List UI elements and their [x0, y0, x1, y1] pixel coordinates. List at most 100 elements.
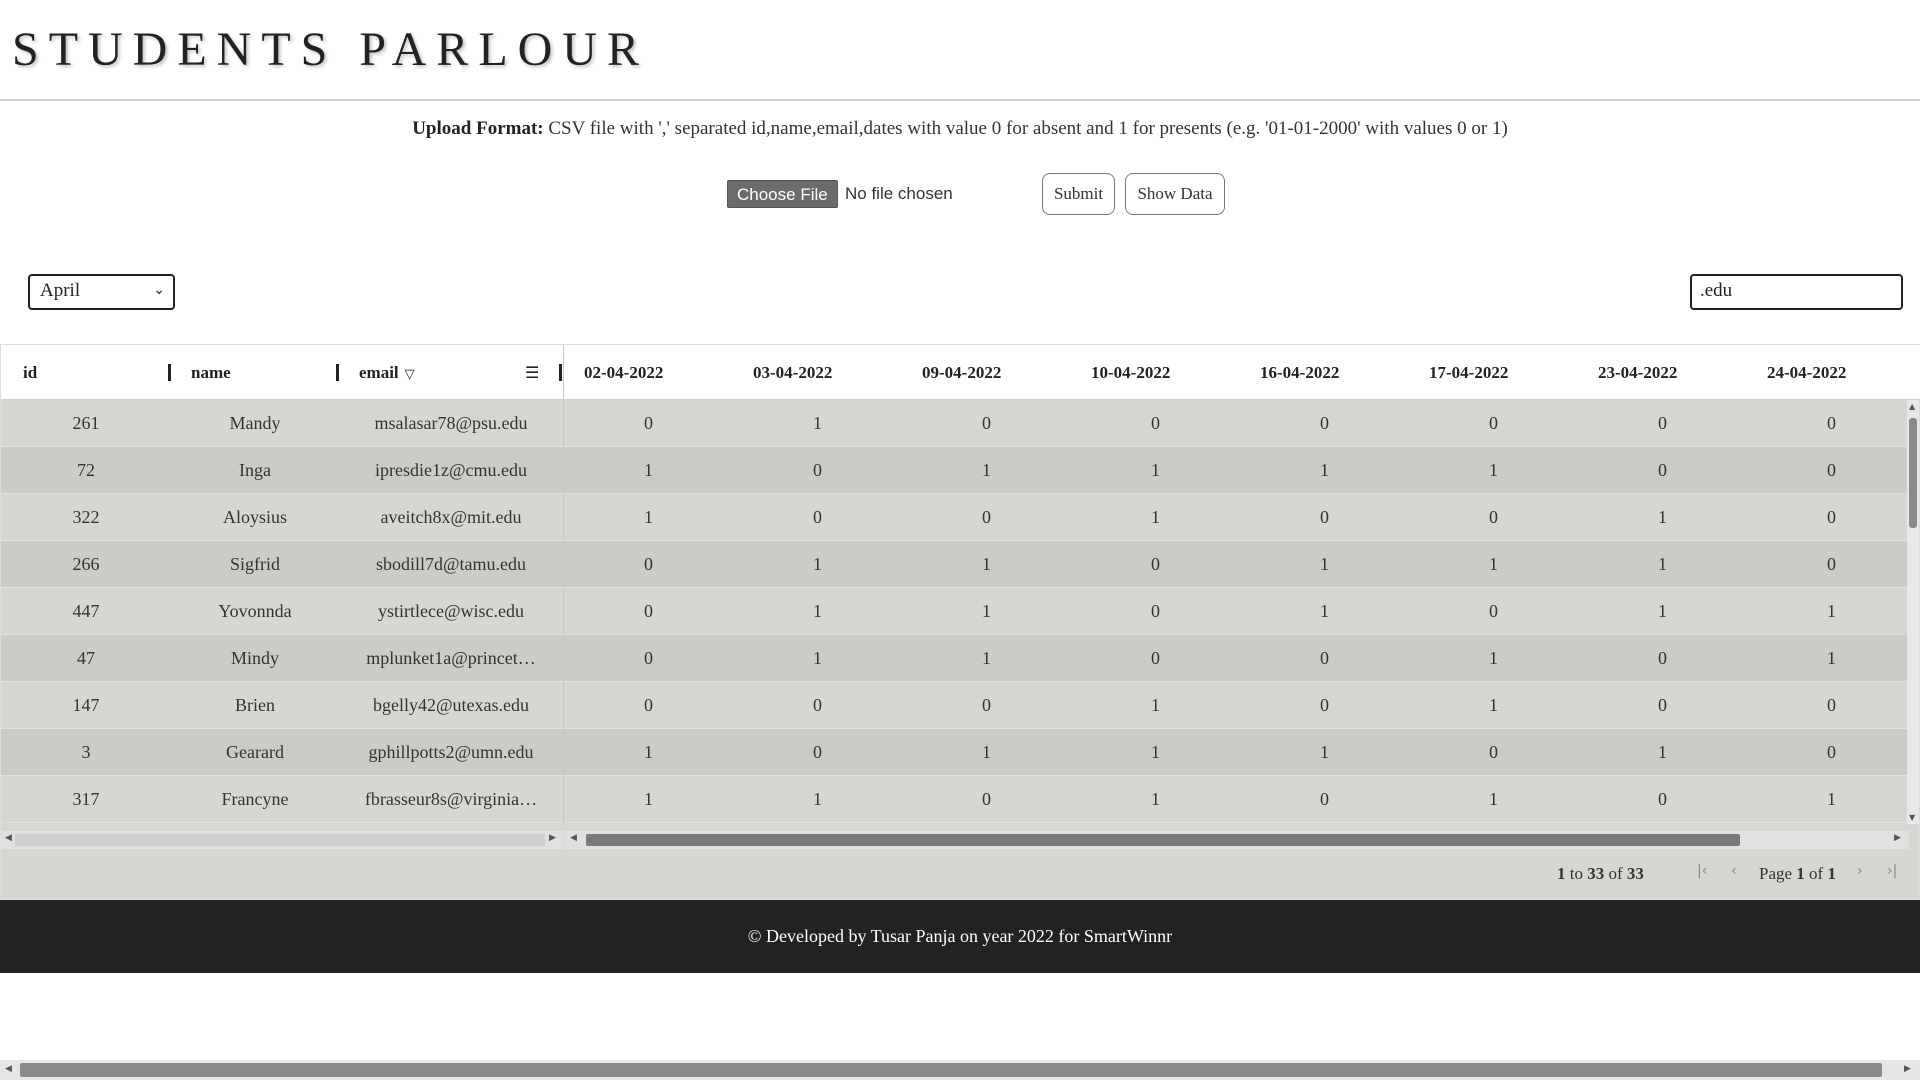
cell-attendance: 0 — [1151, 413, 1160, 433]
column-resize-handle[interactable] — [336, 364, 339, 381]
table-row[interactable]: 317 Francyne fbrasseur8s@virginia… 1 1 0 1 0 1 0 1 — [1, 776, 1909, 823]
cell-id: 322 — [72, 507, 100, 527]
page-indicator: Page 1 of 1 — [1759, 864, 1836, 884]
scroll-right-icon[interactable]: ▶ — [1904, 1064, 1911, 1074]
column-header-date[interactable]: 16-04-2022 — [1260, 345, 1339, 400]
page-horizontal-scrollbar[interactable]: ◀ ▶ — [0, 1060, 1920, 1080]
column-resize-handle[interactable] — [559, 364, 562, 381]
table-row[interactable]: 322 Aloysius aveitch8x@mit.edu 1 0 0 1 0 0 1 0 — [1, 494, 1909, 541]
vertical-scrollbar[interactable]: ▲ ▼ — [1907, 400, 1919, 824]
cell-attendance: 1 — [644, 507, 653, 527]
scroll-right-icon[interactable]: ▶ — [1894, 833, 1901, 843]
filter-icon[interactable]: ▽ — [405, 367, 415, 382]
pinned-horizontal-scrollbar[interactable]: ◀ ▶ — [1, 831, 563, 849]
table-row[interactable]: 147 Brien bgelly42@utexas.edu 0 0 0 1 0 1 0 0 — [1, 682, 1909, 729]
cell-attendance: 0 — [1320, 507, 1329, 527]
table-row[interactable]: 47 Mindy mplunket1a@princet… 0 1 1 0 0 1 0 1 — [1, 635, 1909, 682]
choose-file-button[interactable]: Choose File — [727, 180, 838, 208]
cell-email: ystirtlece@wisc.edu — [377, 601, 525, 621]
cell-attendance: 1 — [813, 789, 822, 809]
cell-attendance: 0 — [644, 695, 653, 715]
cell-attendance: 0 — [813, 695, 822, 715]
scrollbar-thumb[interactable] — [20, 1063, 1882, 1077]
submit-button[interactable]: Submit — [1042, 173, 1115, 215]
column-header-email[interactable]: email ▽ — [359, 345, 415, 400]
column-header-date[interactable]: 23-04-2022 — [1598, 345, 1677, 400]
column-header-date[interactable]: 03-04-2022 — [753, 345, 832, 400]
table-row[interactable]: 266 Sigfrid sbodill7d@tamu.edu 0 1 1 0 1 1 1 0 — [1, 541, 1909, 588]
column-header-date[interactable]: 02-04-2022 — [584, 345, 663, 400]
grid-header: id name email ▽ ☰ 02-04-2022 03-04-2022 0… — [1, 345, 1920, 400]
cell-attendance: 1 — [1658, 601, 1667, 621]
cell-attendance: 1 — [1827, 601, 1836, 621]
column-header-name[interactable]: name — [191, 345, 231, 400]
scroll-right-icon[interactable]: ▶ — [549, 833, 556, 843]
cell-attendance: 1 — [982, 601, 991, 621]
cell-attendance: 0 — [1827, 695, 1836, 715]
cell-attendance: 0 — [1658, 413, 1667, 433]
cell-attendance: 1 — [1658, 507, 1667, 527]
horizontal-scrollbar[interactable]: ◀ ▶ — [564, 831, 1909, 849]
search-input[interactable]: .edu — [1690, 274, 1903, 310]
column-header-date[interactable]: 09-04-2022 — [922, 345, 1001, 400]
table-row[interactable]: 261 Mandy msalasar78@psu.edu 0 1 0 0 0 0 0 0 — [1, 400, 1909, 447]
cell-attendance: 0 — [982, 695, 991, 715]
show-data-button[interactable]: Show Data — [1125, 173, 1225, 215]
page-total: 1 — [1827, 864, 1836, 883]
previous-page-icon[interactable]: ‹ — [1731, 863, 1737, 879]
cell-attendance: 0 — [813, 507, 822, 527]
scrollbar-thumb[interactable] — [15, 834, 545, 846]
page-of-word: of — [1809, 864, 1824, 883]
cell-attendance: 0 — [1827, 413, 1836, 433]
month-select[interactable]: April ⌄ — [28, 274, 175, 310]
scrollbar-thumb[interactable] — [586, 834, 1740, 846]
cell-name: Inga — [239, 460, 271, 480]
cell-email: gphillpotts2@umn.edu — [368, 742, 534, 762]
cell-attendance: 0 — [982, 413, 991, 433]
cell-attendance: 1 — [1151, 507, 1160, 527]
column-header-id[interactable]: id — [23, 345, 37, 400]
table-row[interactable]: 447 Yovonnda ystirtlece@wisc.edu 0 1 1 0 1 0 1 1 — [1, 588, 1909, 635]
column-header-date[interactable]: 24-04-2022 — [1767, 345, 1846, 400]
cell-attendance: 1 — [1151, 789, 1160, 809]
cell-attendance: 1 — [1489, 648, 1498, 668]
table-row[interactable]: 3 Gearard gphillpotts2@umn.edu 1 0 1 1 1 0 1 0 — [1, 729, 1909, 776]
column-header-date[interactable]: 10-04-2022 — [1091, 345, 1170, 400]
cell-email: fbrasseur8s@virginia… — [364, 789, 538, 809]
column-menu-icon[interactable]: ☰ — [525, 345, 539, 400]
cell-attendance: 1 — [1320, 554, 1329, 574]
row-range-to-word: to — [1569, 864, 1583, 883]
column-header-date[interactable]: 17-04-2022 — [1429, 345, 1508, 400]
cell-id: 3 — [81, 742, 91, 762]
row-range-end: 33 — [1587, 864, 1605, 883]
cell-attendance: 0 — [1320, 648, 1329, 668]
cell-id: 261 — [72, 413, 100, 433]
next-page-icon[interactable]: › — [1857, 863, 1863, 879]
cell-attendance: 0 — [1320, 413, 1329, 433]
first-page-icon[interactable]: |‹ — [1697, 863, 1707, 879]
table-row[interactable]: 72 Inga ipresdie1z@cmu.edu 1 0 1 1 1 1 0 0 — [1, 447, 1909, 494]
cell-attendance: 0 — [1827, 742, 1836, 762]
current-page: 1 — [1796, 864, 1805, 883]
cell-attendance: 1 — [982, 554, 991, 574]
cell-email: sbodill7d@tamu.edu — [375, 554, 527, 574]
scroll-left-icon[interactable]: ◀ — [5, 1064, 12, 1074]
cell-attendance: 0 — [1151, 601, 1160, 621]
last-page-icon[interactable]: ›| — [1887, 863, 1897, 879]
cell-attendance: 0 — [644, 601, 653, 621]
cell-attendance: 0 — [1320, 789, 1329, 809]
scroll-left-icon[interactable]: ◀ — [570, 833, 577, 843]
cell-name: Mindy — [230, 648, 279, 668]
scroll-up-icon[interactable]: ▲ — [1909, 402, 1915, 411]
cell-name: Gearard — [226, 742, 284, 762]
cell-name: Brien — [235, 695, 275, 715]
grid-body: 261 Mandy msalasar78@psu.edu 0 1 0 0 0 0 0 0 72 Inga… — [1, 400, 1909, 824]
column-header-email-label: email — [359, 363, 399, 382]
scrollbar-thumb[interactable] — [1909, 418, 1917, 528]
column-resize-handle[interactable] — [168, 364, 171, 381]
scroll-left-icon[interactable]: ◀ — [5, 833, 12, 843]
row-count-summary: 1 to 33 of 33 — [1557, 864, 1644, 884]
scroll-down-icon[interactable]: ▼ — [1909, 813, 1915, 822]
pinned-column-divider — [563, 345, 564, 825]
upload-format-text: CSV file with ',' separated id,name,emai… — [543, 118, 1508, 139]
